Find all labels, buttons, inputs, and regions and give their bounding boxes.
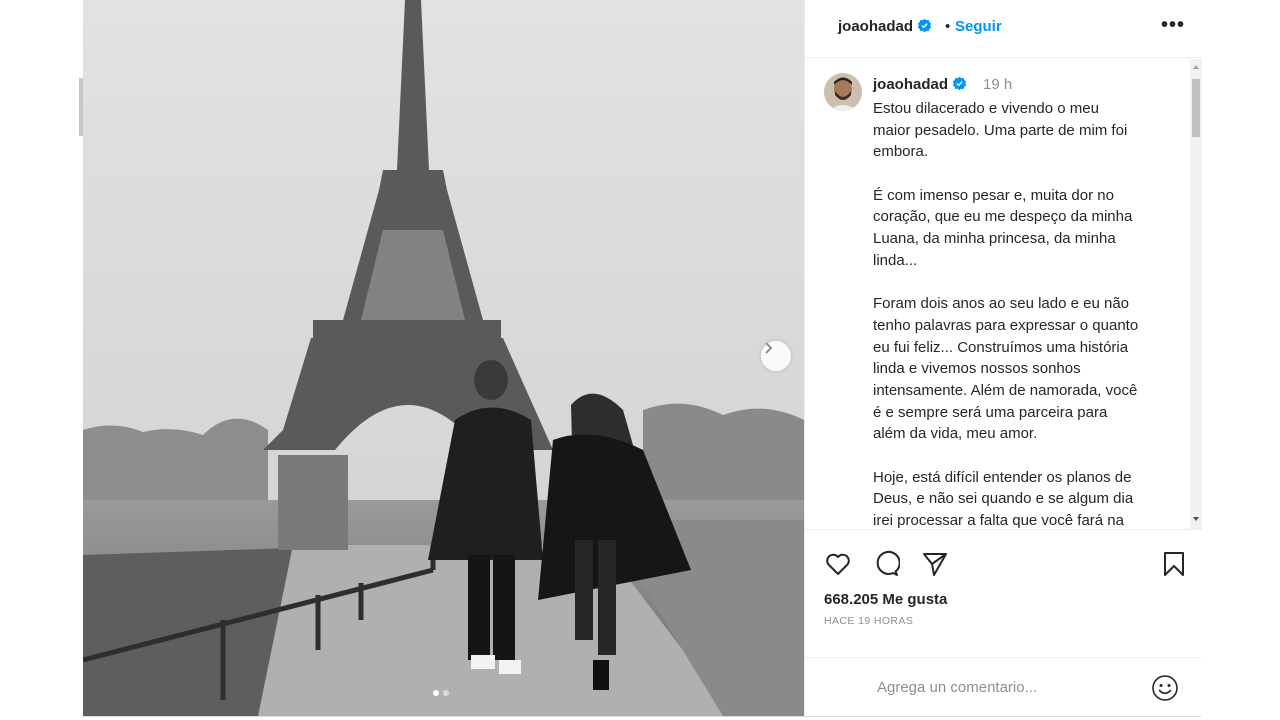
more-options-button[interactable]: ••• — [1161, 14, 1185, 37]
eiffel-couple-photo — [83, 0, 804, 716]
caption-line: irei processar a falta que você fará na — [873, 512, 1124, 529]
caption-line — [873, 163, 1178, 185]
caption-username[interactable]: joaohadad — [873, 76, 967, 93]
verified-badge-icon — [952, 76, 967, 91]
caption-line: Deus, e não sei quando e se algum dia — [873, 490, 1134, 508]
post-header: joaohadad • Seguir ••• — [805, 0, 1202, 58]
chevron-right-icon — [765, 342, 773, 354]
bottom-divider — [83, 716, 1201, 717]
caption-line: é e sempre será uma parceira para — [873, 403, 1108, 421]
avatar-image — [824, 73, 862, 111]
caption-text: Estou dilacerado e vivendo o meu maior p… — [873, 98, 1178, 529]
caption-line: embora. — [873, 143, 929, 161]
follow-button[interactable]: Seguir — [955, 18, 1002, 35]
caption-username-text[interactable]: joaohadad — [873, 76, 948, 93]
smiley-icon[interactable] — [1150, 673, 1180, 703]
caption-line — [873, 445, 1178, 467]
header-username[interactable]: joaohadad — [838, 18, 932, 35]
caption-line: além da vida, meu amor. — [873, 425, 1038, 443]
caption-line: Hoje, está difícil entender os planos de — [873, 468, 1132, 486]
caption-line: eu fui feliz... Construímos uma história — [873, 338, 1129, 356]
caption-scroll-area[interactable]: joaohadad 19 h Estou dilacerado e vivend… — [805, 59, 1190, 529]
caption-line: linda e vivemos nossos sonhos — [873, 360, 1081, 378]
comment-row — [805, 657, 1202, 717]
caption-line: coração, que eu me despeço da minha — [873, 208, 1133, 226]
verified-badge-icon — [917, 18, 932, 33]
carousel-dot-active — [433, 690, 439, 696]
next-slide-button[interactable] — [761, 341, 791, 371]
caption-line: Luana, da minha princesa, da minha — [873, 230, 1116, 248]
scroll-down-arrow-icon[interactable] — [1193, 517, 1199, 521]
comment-bubble-icon[interactable] — [872, 550, 900, 578]
caption-line: maior pesadelo. Uma parte de mim foi — [873, 121, 1128, 139]
paper-plane-icon[interactable] — [921, 550, 949, 578]
post-side-panel: joaohadad • Seguir ••• joaohadad 19 h Es… — [804, 0, 1202, 716]
caption-line: É com imenso pesar e, muita dor no — [873, 186, 1114, 204]
caption-line — [873, 272, 1178, 294]
carousel-dots — [433, 690, 449, 696]
post-photo[interactable] — [83, 0, 804, 716]
bookmark-icon[interactable] — [1160, 550, 1188, 578]
caption-line: linda... — [873, 251, 918, 269]
scroll-up-arrow-icon[interactable] — [1193, 65, 1199, 69]
post-actions: 668.205 Me gusta HACE 19 HORAS — [805, 529, 1202, 716]
scrollbar-thumb[interactable] — [1192, 79, 1200, 137]
caption-line: tenho palavras para expressar o quanto — [873, 316, 1139, 334]
avatar[interactable] — [824, 73, 862, 111]
likes-count[interactable]: 668.205 Me gusta — [824, 591, 947, 608]
heart-icon[interactable] — [824, 550, 852, 578]
comment-input[interactable] — [877, 674, 1137, 700]
caption-line: Foram dois anos ao seu lado e eu não — [873, 295, 1130, 313]
posted-time-label: HACE 19 HORAS — [824, 615, 914, 627]
header-separator: • — [945, 18, 951, 35]
header-username-text[interactable]: joaohadad — [838, 18, 913, 35]
caption-line: intensamente. Além de namorada, você — [873, 381, 1138, 399]
caption-scrollbar[interactable] — [1190, 59, 1202, 529]
caption-line: Estou dilacerado e vivendo o meu — [873, 100, 1099, 117]
carousel-dot — [443, 690, 449, 696]
post-time: 19 h — [983, 76, 1013, 93]
